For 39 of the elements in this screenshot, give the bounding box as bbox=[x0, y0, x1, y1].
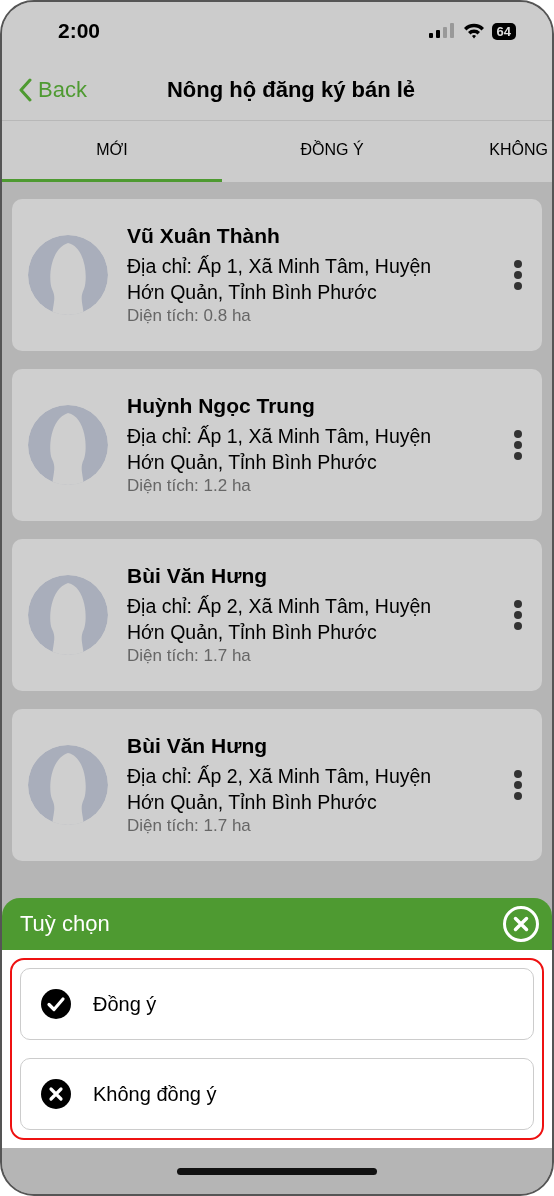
farmer-address: Địa chỉ: Ấp 1, Xã Minh Tâm, Huyện Hớn Quản, Tỉnh Bình Phước bbox=[127, 424, 433, 475]
check-icon bbox=[41, 989, 71, 1019]
avatar-icon bbox=[28, 745, 108, 825]
farmer-address: Địa chỉ: Ấp 2, Xã Minh Tâm, Huyện Hớn Quản, Tỉnh Bình Phước bbox=[127, 594, 433, 645]
farmer-name: Bùi Văn Hưng bbox=[127, 564, 269, 588]
avatar-icon bbox=[28, 405, 108, 485]
farmer-card[interactable]: Bùi Văn Hưng Địa chỉ: Ấp 2, Xã Minh Tâm, Huyện Hớn Quản, Tỉnh Bình Phước Diện tích: 1.7 ha bbox=[12, 539, 542, 691]
farmer-name: Vũ Xuân Thành bbox=[127, 224, 281, 248]
wifi-icon bbox=[462, 23, 485, 39]
screen-title: Nông hộ đăng ký bán lẻ bbox=[166, 77, 416, 102]
tab[interactable]: KHÔNG bbox=[442, 121, 552, 182]
farmer-card[interactable]: Huỳnh Ngọc Trung Địa chỉ: Ấp 1, Xã Minh Tâm, Huyện Hớn Quản, Tỉnh Bình Phước Diện tích: 1.2 ha bbox=[12, 369, 542, 521]
farmer-card[interactable]: Bùi Văn Hưng Địa chỉ: Ấp 2, Xã Minh Tâm, Huyện Hớn Quản, Tỉnh Bình Phước Diện tích: 1.7 ha bbox=[12, 709, 542, 861]
farmer-area: Diện tích: 1.2 ha bbox=[127, 476, 512, 496]
option-button[interactable]: Không đồng ý bbox=[20, 1058, 534, 1130]
farmer-address: Địa chỉ: Ấp 1, Xã Minh Tâm, Huyện Hớn Quản, Tỉnh Bình Phước bbox=[127, 254, 433, 305]
avatar-icon bbox=[28, 235, 108, 315]
farmer-name: Huỳnh Ngọc Trung bbox=[127, 394, 316, 418]
chevron-left-icon bbox=[18, 78, 32, 102]
farmer-name: Bùi Văn Hưng bbox=[127, 734, 269, 758]
signal-icon bbox=[428, 23, 456, 39]
more-icon[interactable] bbox=[512, 259, 524, 291]
more-icon[interactable] bbox=[512, 769, 524, 801]
sheet-title: Tuỳ chọn bbox=[20, 911, 111, 937]
more-icon[interactable] bbox=[512, 599, 524, 631]
farmer-area: Diện tích: 1.7 ha bbox=[127, 646, 512, 666]
farmer-area: Diện tích: 1.7 ha bbox=[127, 816, 512, 836]
tab[interactable]: MỚI bbox=[2, 121, 222, 182]
option-button[interactable]: Đồng ý bbox=[20, 968, 534, 1040]
tab[interactable]: ĐỒNG Ý bbox=[222, 121, 442, 182]
more-icon[interactable] bbox=[512, 429, 524, 461]
farmer-card[interactable]: Vũ Xuân Thành Địa chỉ: Ấp 1, Xã Minh Tâm, Huyện Hớn Quản, Tỉnh Bình Phước Diện tích: 0.8 ha bbox=[12, 199, 542, 351]
farmer-address: Địa chỉ: Ấp 2, Xã Minh Tâm, Huyện Hớn Quản, Tỉnh Bình Phước bbox=[127, 764, 433, 815]
close-icon bbox=[41, 1079, 71, 1109]
close-button[interactable] bbox=[502, 905, 540, 943]
battery-level: 64 bbox=[491, 22, 516, 40]
farmer-area: Diện tích: 0.8 ha bbox=[127, 306, 512, 326]
avatar-icon bbox=[28, 575, 108, 655]
status-time: 2:00 bbox=[58, 19, 102, 43]
